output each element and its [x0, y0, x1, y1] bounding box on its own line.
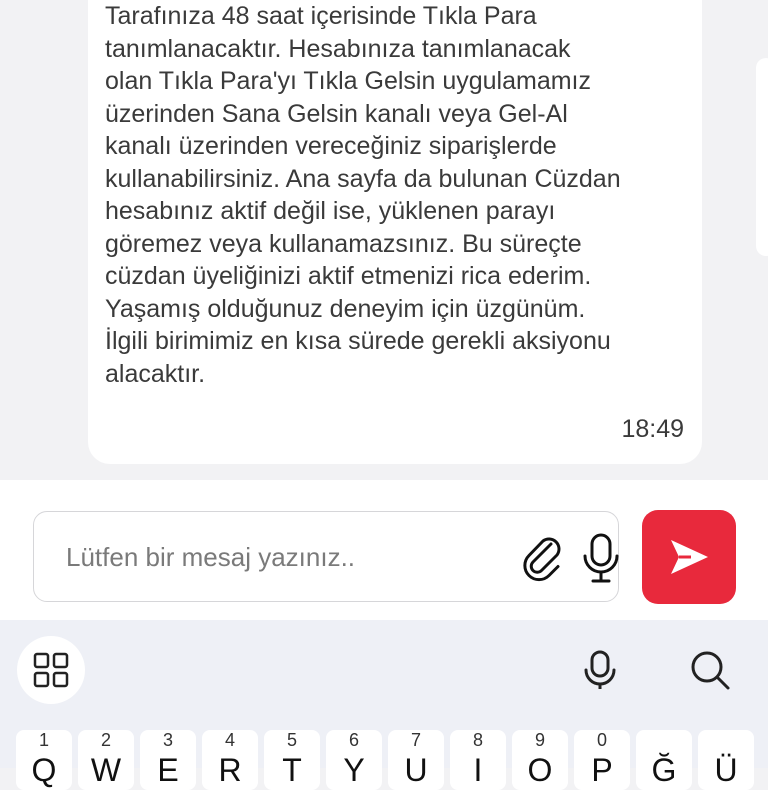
adjacent-message-edge — [756, 58, 768, 256]
message-text: Tarafınıza 48 saat içerisinde Tıkla Para… — [105, 2, 621, 388]
key-hint: 2 — [100, 730, 111, 750]
key-hint: 1 — [38, 730, 49, 750]
key-hint: 5 — [286, 730, 297, 750]
key-u-umlaut[interactable]: Ü — [698, 730, 754, 790]
key-label: U — [404, 752, 428, 788]
keyboard: 1 Q 2 W 3 E 4 R 5 T 6 Y 7 U 8 I 9 O 0 P … — [0, 620, 768, 790]
message-timestamp: 18:49 — [621, 415, 684, 443]
key-hint: 4 — [224, 730, 235, 750]
key-hint: 6 — [348, 730, 359, 750]
key-label: Ü — [714, 752, 738, 788]
key-hint: 8 — [472, 730, 483, 750]
message-composer — [0, 480, 768, 620]
key-g-breve[interactable]: Ğ — [636, 730, 692, 790]
chat-area: Tarafınıza 48 saat içerisinde Tıkla Para… — [0, 0, 768, 480]
send-button[interactable] — [642, 510, 736, 604]
key-hint: 9 — [534, 730, 545, 750]
send-arrow-icon — [671, 540, 708, 574]
key-label: Y — [343, 752, 365, 788]
key-hint: 3 — [162, 730, 173, 750]
key-label: T — [282, 752, 302, 788]
key-q[interactable]: 1 Q — [16, 730, 72, 790]
key-label: O — [527, 752, 553, 788]
key-label: P — [591, 752, 613, 788]
key-u[interactable]: 7 U — [388, 730, 444, 790]
message-bubble: Tarafınıza 48 saat içerisinde Tıkla Para… — [88, 0, 702, 464]
microphone-icon[interactable] — [579, 532, 623, 584]
key-hint: 7 — [410, 730, 421, 750]
key-o[interactable]: 9 O — [512, 730, 568, 790]
message-input[interactable] — [64, 512, 488, 602]
key-label: E — [157, 752, 179, 788]
apps-grid-icon[interactable] — [17, 636, 85, 704]
key-p[interactable]: 0 P — [574, 730, 630, 790]
paperclip-icon[interactable] — [518, 532, 568, 582]
key-w[interactable]: 2 W — [78, 730, 134, 790]
key-label: Ğ — [651, 752, 677, 788]
microphone-icon[interactable] — [578, 648, 622, 692]
key-hint: 0 — [596, 730, 607, 750]
key-label: I — [473, 752, 483, 788]
key-label: W — [90, 752, 122, 788]
key-y[interactable]: 6 Y — [326, 730, 382, 790]
key-label: R — [218, 752, 242, 788]
key-r[interactable]: 4 R — [202, 730, 258, 790]
key-e[interactable]: 3 E — [140, 730, 196, 790]
key-t[interactable]: 5 T — [264, 730, 320, 790]
message-input-container — [33, 511, 619, 602]
key-label: Q — [31, 752, 57, 788]
search-icon[interactable] — [688, 648, 732, 692]
key-i[interactable]: 8 I — [450, 730, 506, 790]
